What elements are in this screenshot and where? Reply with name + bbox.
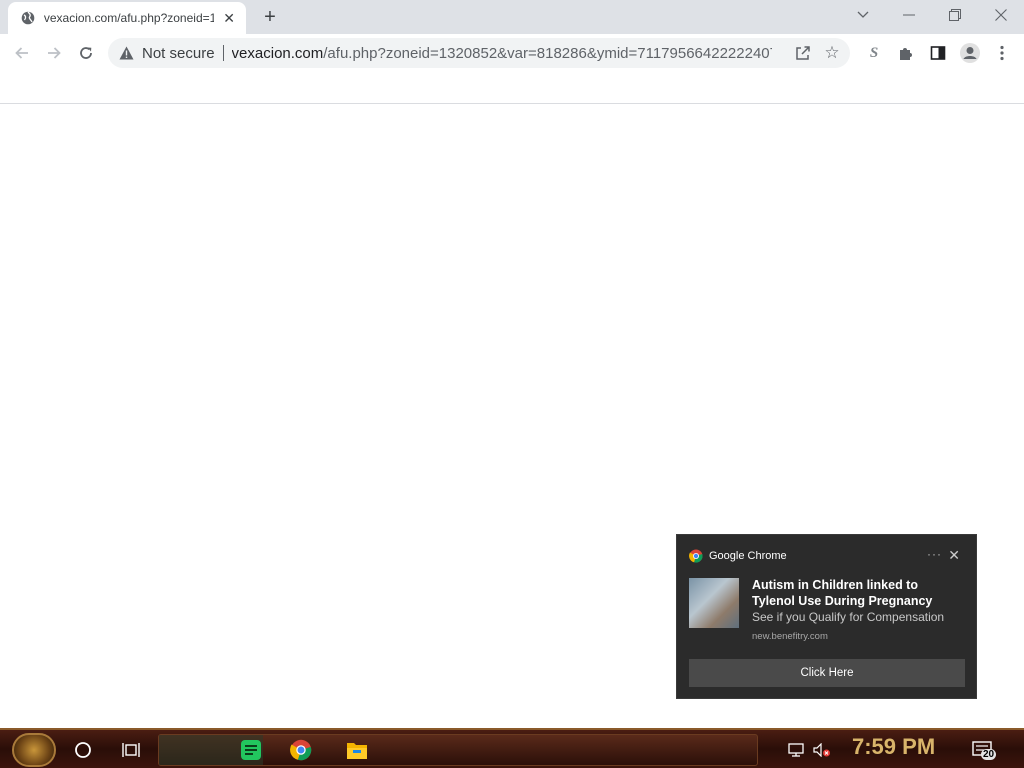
file-explorer-icon[interactable] bbox=[345, 738, 369, 762]
menu-icon[interactable] bbox=[988, 39, 1016, 67]
extension-s-icon[interactable]: S bbox=[860, 39, 888, 67]
omnibox-separator bbox=[222, 45, 224, 61]
notification-site: new.benefitry.com bbox=[752, 631, 828, 642]
forward-icon[interactable] bbox=[40, 39, 68, 67]
notification-image bbox=[689, 578, 739, 628]
restore-icon[interactable] bbox=[932, 0, 978, 30]
browser-tab[interactable]: vexacion.com/afu.php?zoneid=1 ✕ bbox=[8, 2, 246, 34]
chrome-icon[interactable] bbox=[289, 738, 313, 762]
search-circle-icon[interactable] bbox=[71, 738, 95, 762]
more-options-icon[interactable]: ··· bbox=[927, 547, 942, 561]
url-host: vexacion.com bbox=[231, 44, 324, 62]
task-view-icon[interactable] bbox=[119, 738, 143, 762]
notification-title[interactable]: Autism in Children linked to Tylenol Use… bbox=[752, 577, 964, 609]
notification-header: Google Chrome bbox=[689, 549, 787, 563]
puzzle-icon[interactable] bbox=[892, 39, 920, 67]
share-icon[interactable] bbox=[794, 44, 812, 62]
browser-toolbar: Not secure vexacion.com/afu.php?zoneid=1… bbox=[0, 34, 1024, 72]
notification-close-icon[interactable]: ✕ bbox=[948, 547, 960, 564]
new-tab-button[interactable]: + bbox=[258, 6, 282, 28]
minimize-icon[interactable] bbox=[886, 0, 932, 30]
globe-icon bbox=[20, 10, 36, 26]
tab-strip: vexacion.com/afu.php?zoneid=1 ✕ + bbox=[0, 0, 1024, 34]
profile-icon[interactable] bbox=[956, 39, 984, 67]
notes-app-icon[interactable] bbox=[239, 738, 263, 762]
reload-icon[interactable] bbox=[72, 39, 100, 67]
network-icon[interactable] bbox=[784, 738, 808, 762]
security-label[interactable]: Not secure bbox=[142, 45, 215, 62]
url-text[interactable]: vexacion.com/afu.php?zoneid=1320852&var=… bbox=[232, 45, 772, 62]
omnibox[interactable]: Not secure vexacion.com/afu.php?zoneid=1… bbox=[108, 38, 850, 68]
volume-muted-icon[interactable] bbox=[810, 738, 834, 762]
taskbar-clock[interactable]: 7:59 PM bbox=[852, 734, 935, 760]
screen: vexacion.com/afu.php?zoneid=1 ✕ + Not se… bbox=[0, 0, 1024, 768]
url-path: /afu.php?zoneid=1320852&var=818286&ymid=… bbox=[323, 44, 772, 62]
taskbar: 7:59 PM 20 bbox=[0, 728, 1024, 768]
chrome-icon bbox=[689, 549, 703, 563]
close-icon[interactable] bbox=[978, 0, 1024, 30]
warning-icon[interactable] bbox=[118, 45, 134, 61]
chevron-down-icon[interactable] bbox=[840, 0, 886, 30]
notification-count-badge: 20 bbox=[981, 749, 997, 760]
sidepanel-icon[interactable] bbox=[924, 39, 952, 67]
notification-body[interactable]: See if you Qualify for Compensation bbox=[752, 610, 964, 624]
tab-title: vexacion.com/afu.php?zoneid=1 bbox=[43, 11, 215, 25]
notification-app-name: Google Chrome bbox=[709, 550, 787, 562]
chrome-notification[interactable]: Google Chrome ··· ✕ Autism in Children l… bbox=[676, 534, 977, 699]
start-icon[interactable] bbox=[12, 733, 56, 767]
tab-close-icon[interactable]: ✕ bbox=[220, 9, 238, 27]
click-here-button[interactable]: Click Here bbox=[689, 659, 965, 687]
back-icon[interactable] bbox=[8, 39, 36, 67]
star-icon[interactable]: ☆ bbox=[822, 43, 842, 63]
